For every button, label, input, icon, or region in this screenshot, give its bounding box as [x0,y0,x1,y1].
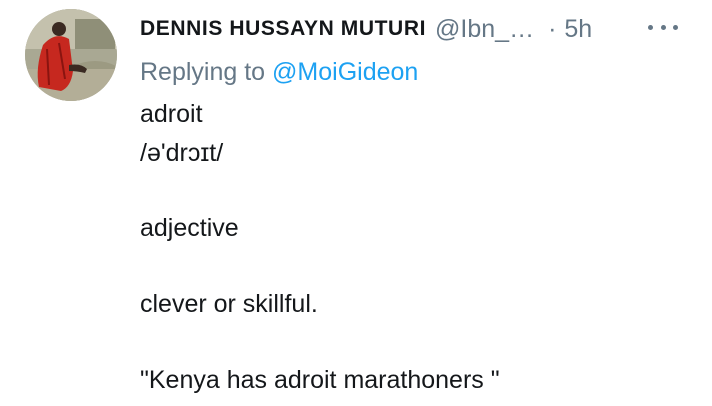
replying-to-link[interactable]: @MoiGideon [272,58,418,86]
tweet-text-part-of-speech: adjective [140,214,239,242]
tweet-text-pronunciation: /ə'drɔɪt/ [140,139,224,167]
tweet: DENNIS HUSSAYN MUTURI @Ibn_… · 5h Replyi… [0,0,712,406]
header-separator: · [548,14,557,43]
avatar-image [25,9,117,101]
tweet-timestamp[interactable]: 5h [564,15,592,44]
more-horizontal-icon[interactable] [648,18,678,36]
replying-prefix: Replying to [140,58,273,86]
tweet-text-word: adroit [140,100,203,128]
tweet-text-definition: clever or skillful. [140,290,318,318]
user-handle[interactable]: @Ibn_… [435,15,534,44]
tweet-header: DENNIS HUSSAYN MUTURI @Ibn_… · 5h [140,10,592,48]
avatar[interactable] [25,9,117,101]
display-name[interactable]: DENNIS HUSSAYN MUTURI [140,17,426,41]
replying-to: Replying to @MoiGideon [140,58,418,87]
more-dot [648,24,653,30]
tweet-text-example: "Kenya has adroit marathoners " [140,366,500,394]
more-dot [660,24,666,30]
more-dot [673,24,678,30]
